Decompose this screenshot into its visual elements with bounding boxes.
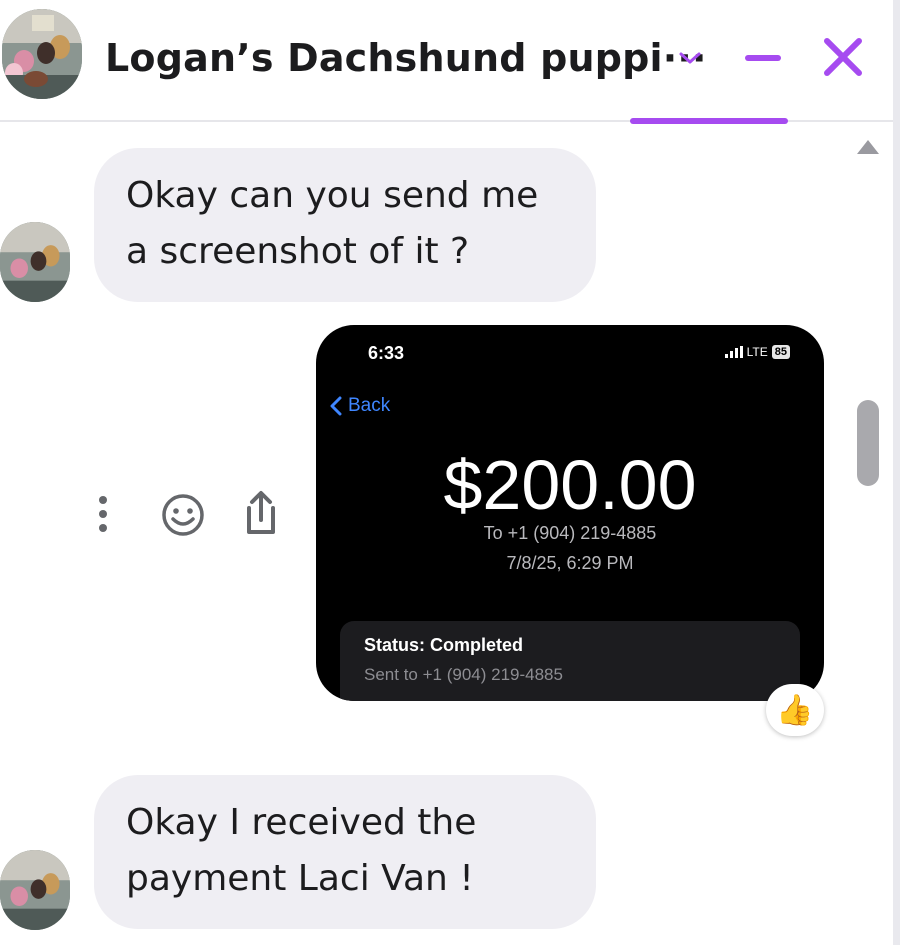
chat-title: Logan’s Dachshund puppi··· xyxy=(105,36,707,80)
chevron-down-icon xyxy=(679,52,701,64)
back-label: Back xyxy=(348,395,391,416)
message-bubble[interactable]: Okay can you send me a screenshot of it … xyxy=(94,148,596,302)
avatar-photo xyxy=(2,9,82,99)
payment-amount: $200.00 xyxy=(443,446,697,524)
minimize-button[interactable] xyxy=(740,40,786,76)
payment-sent-to: Sent to +1 (904) 219-4885 xyxy=(364,665,563,684)
battery-level: 85 xyxy=(771,345,790,359)
share-icon xyxy=(247,491,275,534)
chat-header: Logan’s Dachshund puppi··· xyxy=(0,0,894,122)
window-edge xyxy=(893,0,900,945)
network-label: LTE xyxy=(746,345,768,359)
scrollbar-thumb[interactable] xyxy=(857,400,879,486)
triangle-up-icon xyxy=(857,140,879,154)
sender-avatar[interactable] xyxy=(0,850,70,930)
message-text-line: Okay can you send me xyxy=(126,175,539,216)
close-button[interactable] xyxy=(816,30,870,84)
message-text-line: payment Laci Van ! xyxy=(126,858,474,899)
more-options-button[interactable] xyxy=(86,490,120,538)
payment-date: 7/8/25, 6:29 PM xyxy=(506,553,634,573)
smiley-icon xyxy=(162,494,204,536)
message-bubble[interactable]: Okay I received the payment Laci Van ! xyxy=(94,775,596,929)
avatar-photo xyxy=(0,222,70,302)
previous-message-edge xyxy=(630,118,788,124)
payment-status: Status: Completed xyxy=(364,635,524,655)
signal-icon xyxy=(724,346,743,358)
scroll-up-arrow[interactable] xyxy=(855,136,881,158)
image-attachment[interactable]: 6:33 LTE 85 Back $200.00 To +1 (904) 219… xyxy=(316,325,824,701)
minimize-icon xyxy=(745,55,781,61)
status-time: 6:33 xyxy=(368,343,405,363)
status-bar-icons: LTE 85 xyxy=(724,345,790,359)
thumbs-up-reaction[interactable]: 👍 xyxy=(766,684,824,736)
payment-status-card: Status: Completed Sent to +1 (904) 219-4… xyxy=(340,621,800,701)
message-text-line: a screenshot of it ? xyxy=(126,231,470,272)
more-vertical-icon xyxy=(99,496,107,532)
react-button[interactable] xyxy=(158,490,208,540)
payment-recipient: To +1 (904) 219-4885 xyxy=(483,523,657,543)
collapse-button[interactable] xyxy=(672,42,708,74)
back-link: Back xyxy=(330,395,390,417)
chevron-left-icon xyxy=(330,396,342,416)
share-button[interactable] xyxy=(238,486,284,540)
thumbs-up-icon: 👍 xyxy=(776,692,814,728)
avatar[interactable] xyxy=(2,9,82,99)
sender-avatar[interactable] xyxy=(0,222,70,302)
message-text-line: Okay I received the xyxy=(126,802,477,843)
close-icon xyxy=(824,38,862,76)
avatar-photo xyxy=(0,850,70,930)
